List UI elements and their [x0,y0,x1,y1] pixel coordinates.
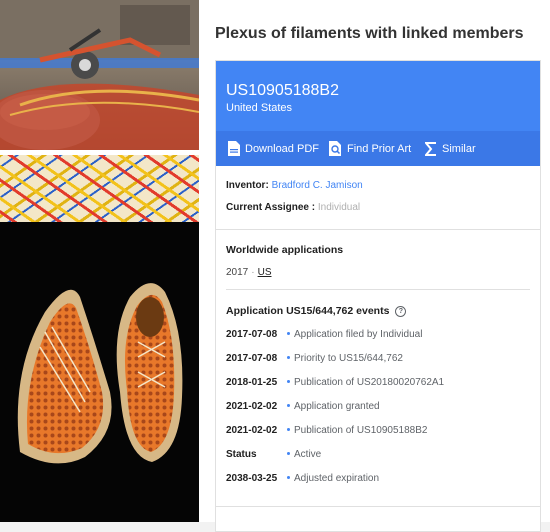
assignee-value: Individual [317,202,361,213]
event-text: Active [294,449,322,460]
mesh-shoes-image[interactable] [0,222,199,522]
event-bullet [287,452,290,455]
event-bullet [287,428,290,431]
events-title-row: Application US15/644,762 events ? [226,305,407,317]
worldwide-applications-title: Worldwide applications [226,244,344,256]
download-pdf-label: Download PDF [245,142,319,155]
assignee-row: Current Assignee : Individual [226,202,360,213]
patent-panel: Plexus of filaments with linked members … [199,0,550,532]
event-date: 2017-07-08 [226,329,278,340]
patent-card: US10905188B2 United States Download PDF [215,60,541,532]
section-divider [226,289,530,290]
event-row: 2038-03-25 Adjusted expiration [226,473,536,497]
worldwide-applications-row: 2017 · US [226,267,272,278]
section-divider [216,506,540,507]
event-bullet [287,356,290,359]
event-bullet [287,476,290,479]
event-text: Publication of US10905188B2 [294,425,428,436]
dot-separator: · [251,267,255,278]
event-date: Status [226,449,257,460]
event-text: Publication of US20180020762A1 [294,377,445,388]
event-date: 2021-02-02 [226,425,278,436]
find-prior-art-button[interactable]: Find Prior Art [329,131,411,166]
find-prior-art-label: Find Prior Art [347,142,412,155]
event-text: Adjusted expiration [294,473,380,484]
inventor-label: Inventor: [226,180,269,191]
help-icon[interactable]: ? [395,305,407,317]
filament-mesh-image[interactable] [0,155,199,222]
publication-country: United States [226,102,293,114]
event-text: Application granted [294,401,380,412]
section-divider [216,229,540,230]
event-bullet [287,332,290,335]
publication-number: US10905188B2 [226,82,339,99]
event-bullet [287,404,290,407]
patent-header: US10905188B2 United States Download PDF [216,61,540,166]
patent-title: Plexus of filaments with linked members [215,25,524,42]
event-text: Priority to US15/644,762 [294,353,403,364]
braiding-machine-illustration [0,0,199,150]
event-date: 2018-01-25 [226,377,278,388]
inventor-link[interactable]: Bradford C. Jamison [272,180,363,191]
event-row: 2017-07-08 Application filed by Individu… [226,329,536,353]
search-doc-icon [329,141,341,156]
worldwide-year: 2017 [226,267,249,278]
event-date: 2038-03-25 [226,473,278,484]
mesh-shoes-illustration [17,283,183,464]
event-text: Application filed by Individual [294,329,423,340]
event-row: 2017-07-08 Priority to US15/644,762 [226,353,536,377]
sigma-icon [425,141,436,156]
worldwide-country-link[interactable]: US [258,267,272,278]
braiding-machine-image[interactable] [0,0,199,150]
event-bullet [287,380,290,383]
assignee-label: Current Assignee : [226,202,316,213]
event-row: 2021-02-02 Publication of US10905188B2 [226,425,536,449]
events-title: Application US15/644,762 events [226,305,390,317]
event-row: 2021-02-02 Application granted [226,401,536,425]
similar-button[interactable]: Similar [425,131,476,166]
event-date: 2017-07-08 [226,353,278,364]
inventor-row: Inventor: Bradford C. Jamison [226,180,363,191]
event-row: Status Active [226,449,536,473]
pdf-file-icon [228,141,240,156]
events-list: 2017-07-08 Application filed by Individu… [226,329,536,497]
patent-images-column [0,0,199,522]
download-pdf-button[interactable]: Download PDF [228,131,319,166]
event-date: 2021-02-02 [226,401,278,412]
action-bar: Download PDF Find Prior Art Similar [216,131,540,166]
event-row: 2018-01-25 Publication of US20180020762A… [226,377,536,401]
similar-label: Similar [442,142,476,155]
